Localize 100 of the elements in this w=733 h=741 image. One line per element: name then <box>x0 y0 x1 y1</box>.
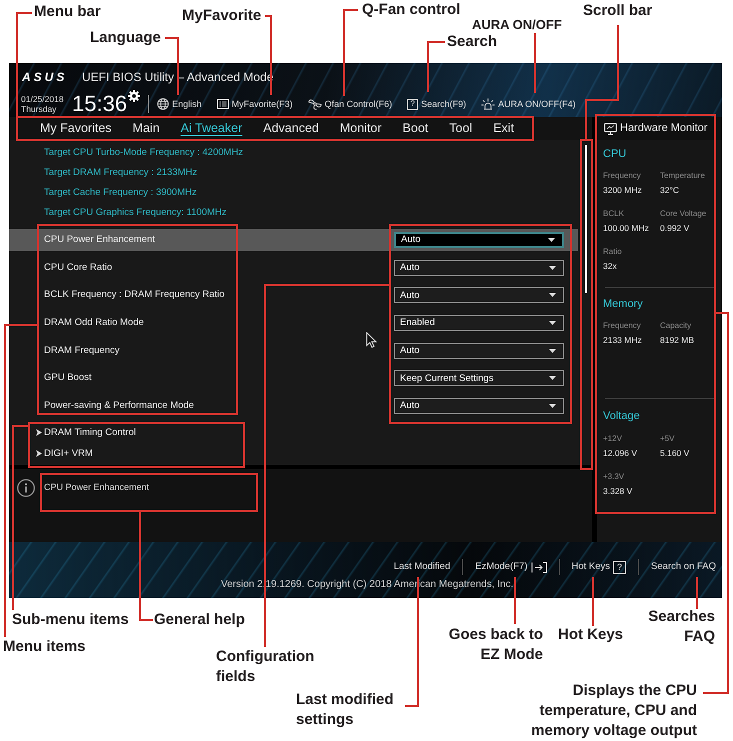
mouse-pointer-icon <box>366 332 377 348</box>
menu-tab[interactable]: Ai Tweaker <box>180 122 242 135</box>
fan-control-button[interactable]: Qfan Control(F6) <box>308 98 392 110</box>
settings-icon[interactable] <box>128 90 140 102</box>
leader-line <box>534 33 536 93</box>
dropdown[interactable]: Auto <box>394 398 564 414</box>
caret-icon <box>549 404 556 408</box>
monitor-value: 3200 MHz <box>603 184 642 196</box>
hot-keys-button[interactable]: Hot Keys ? <box>572 560 626 574</box>
lighting-toggle-button[interactable]: AURA ON/OFF(F4) <box>481 98 576 110</box>
setting-label: GPU Boost <box>44 371 92 386</box>
submenu-item[interactable]: DIGI+ VRM <box>34 443 93 464</box>
monitor-value: 3.328 V <box>603 485 632 497</box>
callout-label: Displays the CPU temperature, CPU and memory voltage output <box>530 681 697 741</box>
arrowhead-icon <box>36 450 42 458</box>
callout-label: General help <box>154 610 245 630</box>
monitor-label: +3.3V <box>603 471 624 483</box>
monitor-value: 5.160 V <box>660 447 690 459</box>
light-rays-icon <box>481 98 496 110</box>
leader-line <box>696 577 698 609</box>
caret-icon <box>549 376 556 380</box>
callout-label: Sub-menu items <box>12 610 129 630</box>
ez-mode-button[interactable]: EzMode(F7) <box>475 562 546 572</box>
globe-icon <box>157 98 170 110</box>
search-button[interactable]: ? Search(F9) <box>407 98 466 110</box>
setting-label: Power-saving & Performance Mode <box>44 399 194 413</box>
menu-tab[interactable]: My Favorites <box>40 122 112 135</box>
day-text: Thursday <box>21 104 58 114</box>
callout-label: Goes back to EZ Mode <box>448 625 543 665</box>
fan-icon <box>308 98 322 110</box>
monitor-label: +5V <box>660 433 674 445</box>
caret-icon <box>549 293 556 298</box>
monitor-label: Core Voltage <box>660 208 706 220</box>
section-title: Voltage <box>603 409 641 424</box>
callout-label: Q-Fan control <box>362 0 460 20</box>
callout-label: Configuration fields <box>216 647 316 687</box>
dropdown[interactable]: Auto <box>394 260 564 276</box>
menu-tab[interactable]: Tool <box>449 122 472 135</box>
menu-tab[interactable]: Advanced <box>263 122 319 135</box>
menu-tab[interactable]: Main <box>132 122 160 135</box>
scroll-thumb[interactable] <box>585 145 587 293</box>
monitor-value: 12.096 V <box>603 447 638 459</box>
setting-label: BCLK Frequency : DRAM Frequency Ratio <box>44 288 225 302</box>
last-modified-button[interactable]: Last Modified <box>394 562 450 572</box>
help-text: CPU Power Enhancement <box>44 481 150 493</box>
monitor-label: Frequency <box>603 170 641 182</box>
monitor-value: 32x <box>603 260 617 272</box>
monitor-value: 100.00 MHz <box>603 222 649 234</box>
dropdown[interactable]: Auto <box>394 342 564 359</box>
favorites-button[interactable]: MyFavorite(F3) <box>216 99 293 109</box>
monitor-label: BCLK <box>603 208 624 220</box>
monitor-label: Temperature <box>660 170 705 182</box>
setting-label: CPU Core Ratio <box>44 260 112 275</box>
info-icon <box>17 479 35 497</box>
dropdown[interactable]: Enabled <box>394 315 564 332</box>
info-text: Target DRAM Frequency : 2133MHz <box>43 166 198 180</box>
faq-search-button[interactable]: Search on FAQ <box>651 562 716 572</box>
dropdown[interactable]: Auto <box>394 287 564 304</box>
arrowhead-icon <box>36 429 42 436</box>
caret-icon <box>549 348 556 353</box>
section-title: Memory <box>603 297 644 312</box>
menu-tab[interactable]: Monitor <box>340 122 382 135</box>
leader-line <box>592 577 594 626</box>
monitor-label: Frequency <box>603 320 641 332</box>
setting-label: DRAM Odd Ratio Mode <box>44 316 144 330</box>
clock-time: 15:36 <box>72 93 128 115</box>
callout-label: Hot Keys <box>558 625 624 645</box>
monitor-label: Ratio <box>603 246 622 258</box>
info-text: Target CPU Turbo-Mode Frequency : 4200MHz <box>43 146 244 160</box>
monitor-icon <box>604 122 617 134</box>
menu-tab[interactable]: Exit <box>493 122 514 135</box>
list-icon <box>216 99 229 109</box>
callout-label: Scroll bar <box>583 1 652 21</box>
setting-label: CPU Power Enhancement <box>44 232 155 247</box>
caret-icon <box>549 266 556 270</box>
submenu-item[interactable]: DRAM Timing Control <box>34 422 136 444</box>
monitor-value: 2133 MHz <box>603 334 642 346</box>
panel-title: Hardware Monitor <box>620 123 708 134</box>
section-title: CPU <box>603 147 628 162</box>
monitor-value: 0.992 V <box>660 222 690 234</box>
info-text: Target Cache Frequency : 3900MHz <box>43 186 197 200</box>
monitor-label: Capacity <box>660 320 692 332</box>
menu-tab[interactable]: Boot <box>402 122 428 135</box>
callout-label: Searches FAQ <box>647 607 715 647</box>
leader-line <box>427 41 445 92</box>
caret-icon <box>549 321 556 326</box>
monitor-label: +12V <box>603 433 622 445</box>
callout-label: Menu bar <box>34 2 101 22</box>
caret-icon <box>548 238 555 242</box>
callout-label: Language <box>90 28 161 48</box>
callout-label: Last modified settings <box>296 690 395 730</box>
exit-arrow-icon <box>530 562 546 572</box>
setting-label: DRAM Frequency <box>44 344 120 358</box>
logo: ASUS <box>22 71 68 83</box>
callout-label: AURA ON/OFF <box>472 17 562 33</box>
language-button[interactable]: English <box>157 98 202 110</box>
dropdown[interactable]: Auto <box>394 232 564 248</box>
monitor-value: 8192 MB <box>660 334 694 346</box>
callout-label: Search <box>447 32 498 52</box>
dropdown[interactable]: Keep Current Settings <box>394 370 564 386</box>
